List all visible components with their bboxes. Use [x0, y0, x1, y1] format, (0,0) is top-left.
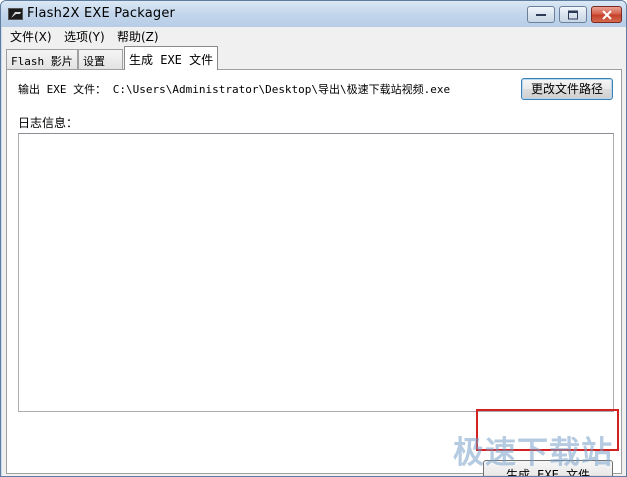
minimize-icon: [536, 13, 546, 16]
output-exe-path: C:\Users\Administrator\Desktop\导出\极速下载站视…: [112, 83, 451, 96]
tab-flash-movie[interactable]: Flash 影片: [6, 49, 78, 69]
menu-help[interactable]: 帮助(Z): [117, 28, 159, 45]
output-exe-label: 输出 EXE 文件：: [18, 83, 107, 96]
menu-bar: 文件(X) 选项(Y) 帮助(Z): [2, 27, 626, 45]
log-label: 日志信息：: [18, 116, 79, 130]
menu-options[interactable]: 选项(Y): [64, 28, 105, 45]
window-title: Flash2X EXE Packager: [27, 6, 176, 21]
close-icon: [601, 10, 612, 19]
log-textarea[interactable]: [18, 133, 614, 412]
minimize-button[interactable]: [527, 6, 555, 23]
tab-settings[interactable]: 设置: [78, 49, 123, 69]
change-path-button[interactable]: 更改文件路径: [521, 78, 613, 100]
watermark: 极速下载站: [453, 435, 613, 471]
maximize-button[interactable]: [559, 6, 587, 23]
title-bar[interactable]: Flash2X EXE Packager: [1, 1, 626, 27]
output-exe-row: 输出 EXE 文件： C:\Users\Administrator\Deskto…: [18, 81, 450, 97]
tab-generate-exe[interactable]: 生成 EXE 文件: [124, 46, 218, 70]
app-logo-icon: [8, 8, 23, 20]
app-window: Flash2X EXE Packager 文件(X) 选项(Y) 帮助(Z) F…: [0, 0, 627, 477]
menu-file[interactable]: 文件(X): [10, 28, 52, 45]
maximize-icon: [568, 10, 578, 19]
close-button[interactable]: [591, 6, 622, 23]
